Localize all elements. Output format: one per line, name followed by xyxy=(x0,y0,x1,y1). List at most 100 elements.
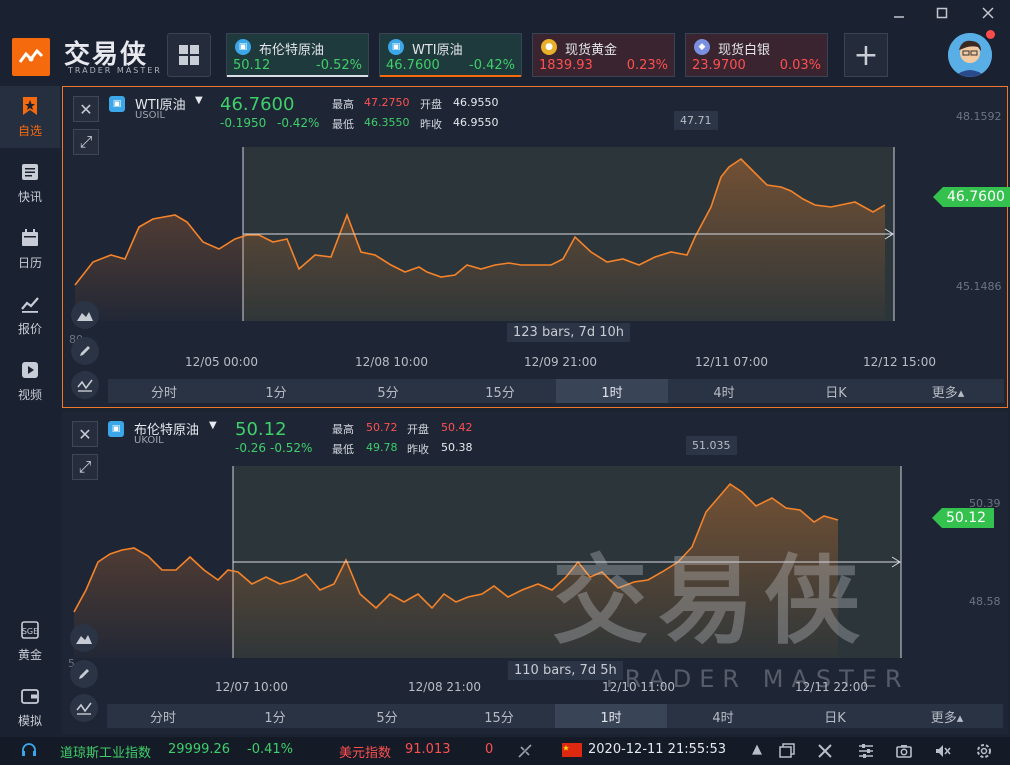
avatar[interactable] xyxy=(948,33,992,77)
x-axis-label: 12/12 15:00 xyxy=(863,355,936,369)
sidebar-item-label: 模拟 xyxy=(17,713,42,728)
logo-icon xyxy=(12,38,50,76)
watermark-text: 交易侠 xyxy=(552,545,870,657)
index-change: 0 xyxy=(485,742,494,757)
close-window-button[interactable] xyxy=(976,2,1000,24)
timeframe-bar: 分时 1分 5分 15分 1时 4时 日K 更多▴ xyxy=(107,704,1003,728)
oil-icon: ▣ xyxy=(388,39,404,55)
timeframe-tab[interactable]: 15分 xyxy=(443,704,555,728)
oil-icon: ▣ xyxy=(235,39,251,55)
quote-pct: -0.42% xyxy=(469,58,515,73)
x-axis-label: 12/11 22:00 xyxy=(795,680,868,694)
quote-name: 布伦特原油 xyxy=(259,43,325,58)
y-axis-label: 48.1592 xyxy=(956,110,1002,123)
index-name[interactable]: 道琼斯工业指数 xyxy=(60,742,151,761)
measure-bars-tag: 123 bars, 7d 10h xyxy=(507,323,630,342)
timeframe-tab[interactable]: 1分 xyxy=(219,704,331,728)
draw-tool[interactable] xyxy=(70,660,98,688)
gold-icon: ● xyxy=(541,39,557,55)
y-axis-label: 45.1486 xyxy=(956,280,1002,293)
indicator-tool[interactable] xyxy=(71,371,99,399)
x-axis-label: 12/07 10:00 xyxy=(215,680,288,694)
timeframe-tab[interactable]: 分时 xyxy=(108,379,220,403)
timeframe-more[interactable]: 更多▴ xyxy=(891,704,1003,728)
gear-icon[interactable] xyxy=(975,742,993,764)
quote-name: WTI原油 xyxy=(412,43,463,58)
timeframe-tab[interactable]: 5分 xyxy=(332,379,444,403)
calendar-icon xyxy=(22,228,38,246)
quote-card-wti[interactable]: ▣ WTI原油 46.7600 -0.42% xyxy=(379,33,522,77)
quote-price: 23.9700 xyxy=(692,58,746,73)
sidebar-item-gold[interactable]: SGE 黄金 xyxy=(0,610,60,672)
maximize-icon xyxy=(936,7,948,19)
svg-text:SGE: SGE xyxy=(22,627,38,636)
timeframe-tab[interactable]: 分时 xyxy=(107,704,219,728)
headset-icon[interactable] xyxy=(20,741,38,763)
connection-icon[interactable] xyxy=(516,742,534,764)
maximize-button[interactable] xyxy=(930,2,954,24)
sidebar-item-quotes[interactable]: 报价 xyxy=(0,284,60,346)
quote-pct: 0.23% xyxy=(626,58,668,73)
timeframe-tab-active[interactable]: 1时 xyxy=(555,704,667,728)
indicator-icon xyxy=(76,702,92,715)
sidebar-item-simulate[interactable]: 模拟 xyxy=(0,676,60,738)
mountain-icon xyxy=(77,312,93,321)
timeframe-tab[interactable]: 1分 xyxy=(220,379,332,403)
y-axis-label: 48.58 xyxy=(969,595,1001,608)
tools-icon[interactable] xyxy=(816,742,834,764)
index-name[interactable]: 美元指数 xyxy=(339,742,391,761)
index-value: 91.013 xyxy=(405,742,451,757)
status-bar: 道琼斯工业指数 29999.26 -0.41% 美元指数 91.013 0 20… xyxy=(0,737,1010,765)
timeframe-tab[interactable]: 15分 xyxy=(444,379,556,403)
index-pct: -0.41% xyxy=(247,742,293,757)
close-icon xyxy=(982,7,994,19)
sidebar-item-video[interactable]: 视频 xyxy=(0,350,60,412)
silver-icon: ◆ xyxy=(694,39,710,55)
index-value: 29999.26 xyxy=(168,742,231,757)
sidebar-item-calendar[interactable]: 日历 xyxy=(0,218,60,280)
sidebar-item-label: 自选 xyxy=(17,123,42,138)
timeframe-tab[interactable]: 日K xyxy=(780,379,892,403)
sidebar-item-watchlist[interactable]: 自选 xyxy=(0,86,60,148)
price-chart-brent[interactable]: 交易侠 TRADER MASTER xyxy=(62,412,1006,702)
gold-bar-icon: SGE xyxy=(21,620,39,639)
area-chart-tool[interactable] xyxy=(71,301,99,329)
quote-card-brent[interactable]: ▣ 布伦特原油 50.12 -0.52% xyxy=(226,33,369,77)
quote-pct: 0.03% xyxy=(779,58,821,73)
current-price-tag: 50.12 xyxy=(932,508,995,528)
x-axis-label: 12/08 10:00 xyxy=(355,355,428,369)
quote-card-gold[interactable]: ● 现货黄金 1839.93 0.23% xyxy=(532,33,675,77)
pencil-icon xyxy=(79,669,89,679)
minimize-button[interactable] xyxy=(887,2,911,24)
wallet-icon xyxy=(21,688,39,704)
quote-pct: -0.52% xyxy=(316,58,362,73)
indicator-tool[interactable] xyxy=(70,694,98,722)
sidebar-item-news[interactable]: 快讯 xyxy=(0,152,60,214)
timeframe-tab[interactable]: 4时 xyxy=(668,379,780,403)
triangle-up-icon[interactable]: ▲ xyxy=(752,742,762,757)
timeframe-more[interactable]: 更多▴ xyxy=(892,379,1004,403)
add-quote-button[interactable]: + xyxy=(844,33,888,77)
draw-tool[interactable] xyxy=(71,337,99,365)
area-chart-tool[interactable] xyxy=(70,624,98,652)
camera-icon[interactable] xyxy=(895,742,913,764)
timeframe-tab[interactable]: 4时 xyxy=(667,704,779,728)
current-price-tag: 46.7600 xyxy=(933,187,1010,207)
sidebar-item-label: 黄金 xyxy=(17,647,42,662)
x-axis-label: 12/09 21:00 xyxy=(524,355,597,369)
windows-icon[interactable] xyxy=(778,742,796,764)
quote-name: 现货黄金 xyxy=(565,43,618,58)
sidebar: 自选 快讯 日历 报价 视频 SGE 黄金 模拟 xyxy=(0,86,60,737)
timeframe-tab[interactable]: 5分 xyxy=(331,704,443,728)
sidebar-item-label: 报价 xyxy=(17,321,42,336)
mute-icon[interactable] xyxy=(934,742,952,764)
quote-card-silver[interactable]: ◆ 现货白银 23.9700 0.03% xyxy=(685,33,828,77)
chart-panel-brent[interactable]: ✕ ⤢ ▣ 布伦特原油 ▼ UKOIL 50.12 -0.26 -0.52% 最… xyxy=(62,412,1008,734)
x-axis-label: 12/11 07:00 xyxy=(695,355,768,369)
timeframe-tab-active[interactable]: 1时 xyxy=(556,379,668,403)
layout-grid-button[interactable] xyxy=(167,33,211,77)
settings-sliders-icon[interactable] xyxy=(857,742,875,764)
timeframe-tab[interactable]: 日K xyxy=(779,704,891,728)
measure-high-tag: 51.035 xyxy=(686,436,737,455)
chart-panel-wti[interactable]: ✕ ⤢ ▣ WTI原油 ▼ USOIL 46.7600 -0.1950 -0.4… xyxy=(62,86,1010,408)
